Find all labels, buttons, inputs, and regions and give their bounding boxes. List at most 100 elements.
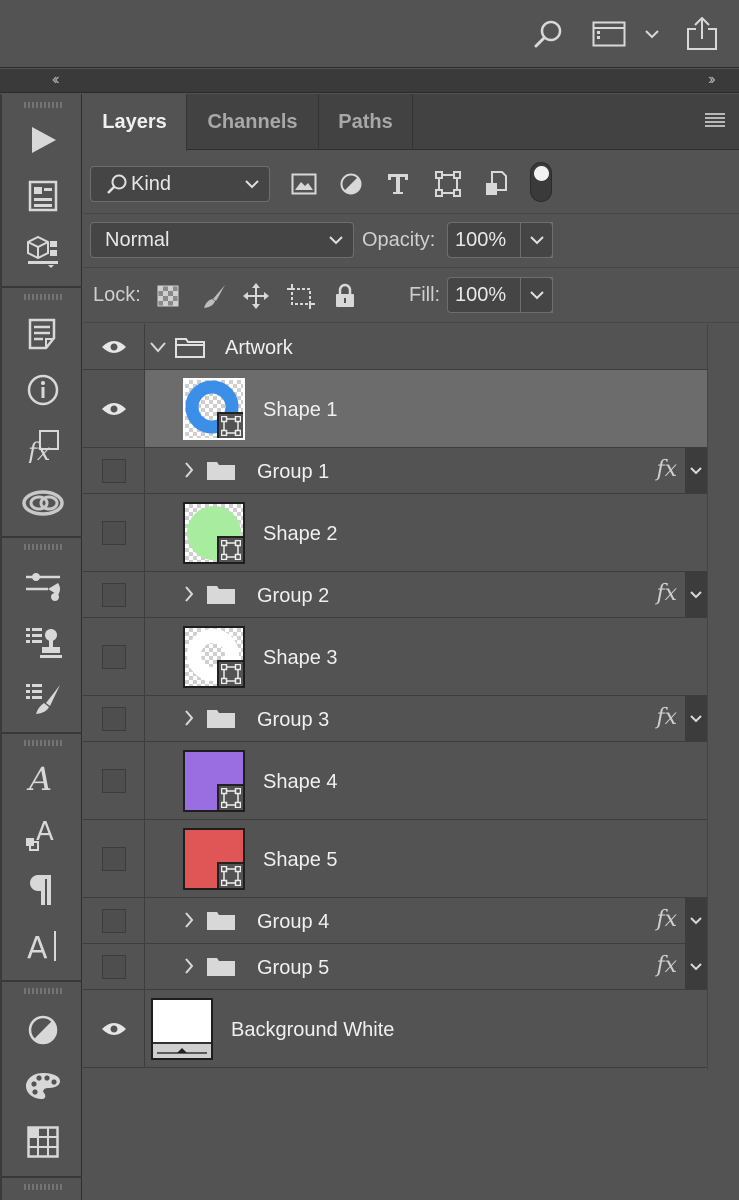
dock-grip[interactable] [24, 1184, 62, 1190]
properties-icon[interactable] [19, 174, 67, 218]
dock-grip[interactable] [24, 988, 62, 994]
layer-visibility-toggle[interactable] [83, 618, 145, 695]
opacity-dropdown[interactable] [520, 222, 553, 258]
layer-row-group-2[interactable]: Group 2 fx [83, 572, 707, 618]
type-layer-filter-icon[interactable] [381, 166, 415, 202]
dock-divider [2, 536, 82, 538]
filter-kind-select[interactable]: Kind [90, 166, 270, 202]
dock-divider [2, 732, 82, 734]
layer-visibility-toggle[interactable] [83, 448, 145, 493]
lock-artboard-icon[interactable] [284, 278, 318, 314]
tab-channels[interactable]: Channels [187, 94, 319, 150]
svg-text:fx: fx [26, 438, 51, 463]
layer-visibility-toggle[interactable] [83, 944, 145, 989]
layer-visibility-toggle[interactable] [83, 572, 145, 617]
lock-all-icon[interactable] [328, 278, 362, 314]
chevron-right-icon[interactable] [184, 958, 194, 974]
pixel-layer-filter-icon[interactable] [287, 166, 321, 202]
effects-expand-icon[interactable] [685, 898, 707, 943]
swatches-palette-icon[interactable] [19, 1064, 67, 1108]
tab-paths[interactable]: Paths [319, 94, 413, 150]
layer-visibility-toggle[interactable] [83, 990, 145, 1067]
glyphs-icon[interactable]: A [19, 924, 67, 968]
layer-visibility-toggle[interactable] [83, 898, 145, 943]
layer-visibility-toggle[interactable] [83, 370, 145, 447]
smart-object-filter-icon[interactable] [479, 166, 513, 202]
layer-row-group-5[interactable]: Group 5 fx [83, 944, 707, 990]
brush-settings-icon[interactable] [19, 564, 67, 608]
svg-text:A: A [26, 760, 52, 796]
layer-list-scrollbar[interactable] [707, 324, 739, 1070]
effects-expand-icon[interactable] [685, 572, 707, 617]
shape-layer-filter-icon[interactable] [431, 166, 465, 202]
panel-dock: fx A A A [0, 94, 82, 1200]
grid-swatches-icon[interactable] [19, 1120, 67, 1164]
adjustment-layer-filter-icon[interactable] [334, 166, 368, 202]
workspace-chevron-down-icon[interactable] [640, 14, 664, 54]
layer-row-group-4[interactable]: Group 4 fx [83, 898, 707, 944]
filter-toggle-switch[interactable] [530, 162, 552, 202]
layer-row-group-1[interactable]: Group 1 fx [83, 448, 707, 494]
panel-menu-icon[interactable] [705, 112, 725, 133]
3d-icon[interactable] [19, 230, 67, 274]
clone-source-icon[interactable] [19, 620, 67, 664]
tab-layers[interactable]: Layers [83, 94, 187, 151]
layer-fx-icon[interactable]: fx [656, 581, 677, 606]
layer-visibility-toggle[interactable] [83, 494, 145, 571]
dock-grip[interactable] [24, 544, 62, 550]
share-icon[interactable] [682, 14, 722, 54]
layer-name: Group 2 [257, 585, 330, 607]
info-icon[interactable] [19, 368, 67, 412]
layer-fx-icon[interactable]: fx [656, 953, 677, 978]
layer-fx-icon[interactable]: fx [656, 457, 677, 482]
layer-thumbnail [183, 378, 245, 440]
lock-transparent-pixels-icon[interactable] [151, 278, 185, 314]
dock-grip[interactable] [24, 740, 62, 746]
styles-fx-icon[interactable]: fx [19, 424, 67, 468]
character-icon[interactable]: A [19, 756, 67, 800]
chevron-right-icon[interactable] [184, 586, 194, 602]
layer-visibility-toggle[interactable] [83, 742, 145, 819]
search-icon [107, 174, 127, 194]
collapse-left-icon[interactable]: ‹‹ [52, 71, 59, 89]
search-icon[interactable] [528, 14, 568, 54]
adjustments-icon[interactable] [19, 1008, 67, 1052]
layer-row-artwork[interactable]: Artwork [83, 324, 707, 370]
brushes-icon[interactable] [19, 676, 67, 720]
layer-visibility-toggle[interactable] [83, 696, 145, 741]
effects-expand-icon[interactable] [685, 944, 707, 989]
paragraph-icon[interactable] [19, 868, 67, 912]
blend-mode-select[interactable]: Normal [90, 222, 354, 258]
notes-icon[interactable] [19, 312, 67, 356]
lock-position-icon[interactable] [239, 278, 273, 314]
layer-visibility-toggle[interactable] [83, 820, 145, 897]
layer-thumbnail [183, 502, 245, 564]
layer-row-group-3[interactable]: Group 3 fx [83, 696, 707, 742]
actions-icon[interactable] [19, 118, 67, 162]
chevron-down-icon[interactable] [150, 341, 166, 353]
layer-row-shape-1[interactable]: Shape 1 [83, 370, 707, 448]
layer-fx-icon[interactable]: fx [656, 907, 677, 932]
layer-row-shape-2[interactable]: Shape 2 [83, 494, 707, 572]
layer-row-background-white[interactable]: Background White [83, 990, 707, 1068]
lock-image-pixels-icon[interactable] [197, 278, 231, 314]
chevron-down-icon [245, 180, 259, 189]
chevron-right-icon[interactable] [184, 912, 194, 928]
layer-row-shape-3[interactable]: Shape 3 [83, 618, 707, 696]
chevron-right-icon[interactable] [184, 462, 194, 478]
dock-grip[interactable] [24, 102, 62, 108]
layer-visibility-toggle[interactable] [83, 324, 145, 369]
shape-layer-badge-icon [217, 784, 243, 810]
character-styles-icon[interactable]: A [19, 812, 67, 856]
workspace-icon[interactable] [588, 14, 630, 54]
creative-cloud-libraries-icon[interactable] [19, 480, 67, 524]
chevron-right-icon[interactable] [184, 710, 194, 726]
layer-row-shape-5[interactable]: Shape 5 [83, 820, 707, 898]
dock-grip[interactable] [24, 294, 62, 300]
effects-expand-icon[interactable] [685, 448, 707, 493]
effects-expand-icon[interactable] [685, 696, 707, 741]
layer-fx-icon[interactable]: fx [656, 705, 677, 730]
collapse-right-icon[interactable]: ›› [708, 71, 715, 89]
fill-dropdown[interactable] [520, 277, 553, 313]
layer-row-shape-4[interactable]: Shape 4 [83, 742, 707, 820]
